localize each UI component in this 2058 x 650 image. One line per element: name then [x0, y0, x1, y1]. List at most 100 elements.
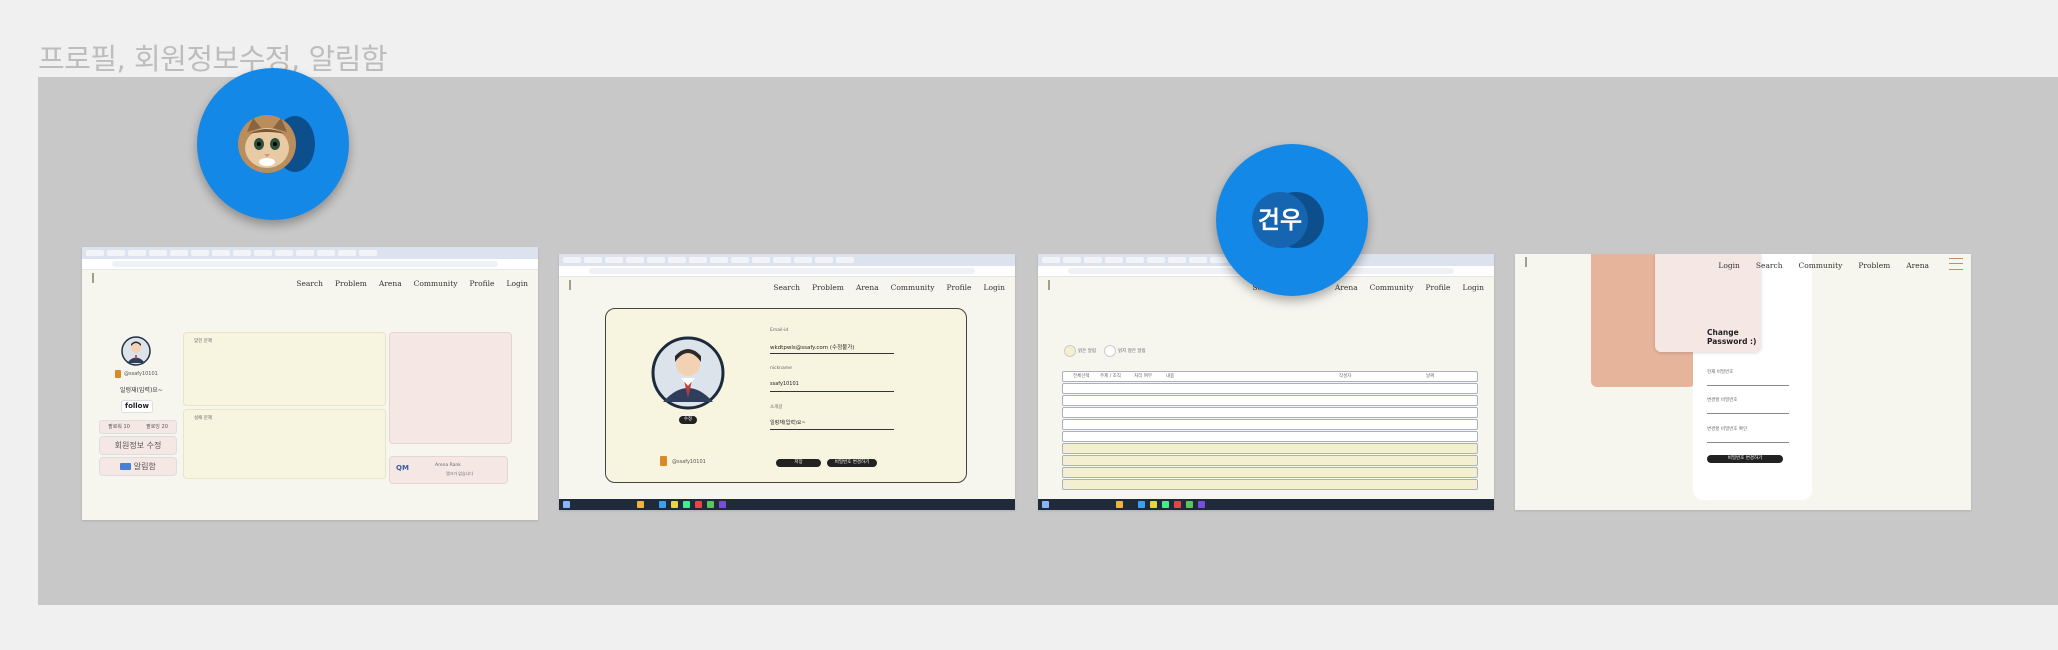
nav-community[interactable]: Community [414, 279, 458, 288]
browser-tab[interactable] [86, 250, 104, 256]
taskbar-app-icon[interactable] [1138, 501, 1145, 508]
unread-filter-radio[interactable] [1104, 345, 1116, 357]
edit-profile-button[interactable]: 회원정보 수정 [99, 436, 177, 455]
nav-login[interactable]: Login [983, 283, 1005, 292]
bio-label: 소개글 [770, 405, 783, 410]
notification-row[interactable] [1062, 443, 1478, 454]
taskbar-app-icon[interactable] [1186, 501, 1193, 508]
taskbar-app-icon[interactable] [695, 501, 702, 508]
follower-stat[interactable]: 팔로워 10 [108, 421, 130, 433]
nav-search[interactable]: Search [1756, 261, 1783, 270]
nav-community[interactable]: Community [1370, 283, 1414, 292]
cat-avatar-circle[interactable] [197, 68, 349, 220]
notification-row[interactable] [1062, 395, 1478, 406]
arena-rank-panel[interactable]: QM Arena Rank 랭크가 없습니다 [389, 456, 508, 484]
column-header[interactable]: 전체선택 [1073, 373, 1090, 379]
save-button[interactable]: 저장 [776, 459, 821, 467]
browser-tab[interactable] [359, 250, 377, 256]
change-password-screenshot: Login Search Community Problem Arena Cha… [1515, 254, 1971, 510]
nav-problem[interactable]: Problem [812, 283, 844, 292]
new-password-input[interactable] [1707, 413, 1789, 414]
browser-tab[interactable] [317, 250, 335, 256]
submit-password-button[interactable]: 비밀번호 변경하기 [1707, 455, 1783, 463]
nav-arena[interactable]: Arena [379, 279, 402, 288]
browser-tab[interactable] [149, 250, 167, 256]
user-avatar-icon [121, 336, 151, 366]
follow-button[interactable]: follow [121, 400, 153, 413]
avatar-initials: 건우 [1257, 206, 1303, 234]
notifications-label: 알림함 [133, 462, 156, 471]
following-stat[interactable]: 팔로잉 20 [146, 421, 168, 433]
taskbar-app-icon[interactable] [1198, 501, 1205, 508]
taskbar-app-icon[interactable] [1150, 501, 1157, 508]
new-password-label: 변경할 비밀번호 [1707, 398, 1738, 403]
taskbar-app-icon[interactable] [659, 501, 666, 508]
read-filter-radio[interactable] [1064, 345, 1076, 357]
browser-tab[interactable] [191, 250, 209, 256]
browser-tab[interactable] [254, 250, 272, 256]
address-bar[interactable] [559, 266, 1015, 277]
taskbar-app-icon[interactable] [707, 501, 714, 508]
arena-rank-label: Arena Rank [435, 463, 461, 468]
bio-input[interactable]: 일렁재(입력)요~ [770, 419, 806, 426]
nav-arena[interactable]: Arena [1906, 261, 1929, 270]
confirm-password-input[interactable] [1707, 442, 1789, 443]
design-canvas: Search Problem Arena Community Profile L… [38, 68, 2058, 605]
notifications-button[interactable]: 알림함 [99, 457, 177, 476]
nav-search[interactable]: Search [296, 279, 323, 288]
nickname-input[interactable]: ssafy10101 [770, 381, 799, 387]
nav-profile[interactable]: Profile [946, 283, 971, 292]
taskbar-app-icon[interactable] [1174, 501, 1181, 508]
notification-row[interactable] [1062, 407, 1478, 418]
windows-start-icon[interactable] [1042, 501, 1049, 508]
browser-tab[interactable] [296, 250, 314, 256]
taskbar-app-icon[interactable] [637, 501, 644, 508]
notification-row[interactable] [1062, 419, 1478, 430]
taskbar-app-icon[interactable] [671, 501, 678, 508]
browser-tab[interactable] [212, 250, 230, 256]
nav-arena[interactable]: Arena [856, 283, 879, 292]
nav-login[interactable]: Login [1462, 283, 1484, 292]
nav-login[interactable]: Login [506, 279, 528, 288]
address-bar[interactable] [82, 259, 538, 270]
nav-problem[interactable]: Problem [335, 279, 367, 288]
nav-search[interactable]: Search [773, 283, 800, 292]
stats-panel [389, 332, 512, 444]
windows-start-icon[interactable] [563, 501, 570, 508]
geonwoo-avatar-circle[interactable]: 건우 [1216, 144, 1368, 296]
notification-row[interactable] [1062, 431, 1478, 442]
nav-profile[interactable]: Profile [469, 279, 494, 288]
browser-tab[interactable] [170, 250, 188, 256]
notification-row[interactable] [1062, 455, 1478, 466]
browser-tab[interactable] [107, 250, 125, 256]
notifications-table-header: 전체선택 주제 / 조직 처리 여부 내용 작성자 날짜 [1062, 371, 1478, 382]
nav-login[interactable]: Login [1718, 261, 1740, 270]
browser-tab[interactable] [338, 250, 356, 256]
notification-row[interactable] [1062, 383, 1478, 394]
taskbar-app-icon[interactable] [719, 501, 726, 508]
change-password-button[interactable]: 비밀번호 변경하기 [827, 459, 877, 467]
notification-row[interactable] [1062, 479, 1478, 490]
browser-tab[interactable] [233, 250, 251, 256]
browser-tab[interactable] [275, 250, 293, 256]
hamburger-menu-icon[interactable] [1949, 258, 1963, 270]
site-logo[interactable] [1525, 257, 1533, 267]
notification-row[interactable] [1062, 467, 1478, 478]
browser-tab[interactable] [128, 250, 146, 256]
nav-community[interactable]: Community [1799, 261, 1843, 270]
nav-community[interactable]: Community [891, 283, 935, 292]
site-logo[interactable] [569, 280, 577, 290]
failed-problems-label: 실패 문제 [194, 416, 212, 421]
site-logo[interactable] [1048, 280, 1056, 290]
change-photo-button[interactable]: 수정 [679, 416, 697, 424]
profile-page-screenshot: Search Problem Arena Community Profile L… [82, 247, 538, 520]
taskbar-app-icon[interactable] [1116, 501, 1123, 508]
nav-arena[interactable]: Arena [1335, 283, 1358, 292]
top-nav: Search Problem Arena Community Profile L… [773, 283, 1005, 292]
current-password-input[interactable] [1707, 385, 1789, 386]
taskbar-app-icon[interactable] [1162, 501, 1169, 508]
site-logo[interactable] [92, 273, 100, 283]
nav-profile[interactable]: Profile [1425, 283, 1450, 292]
nav-problem[interactable]: Problem [1858, 261, 1890, 270]
taskbar-app-icon[interactable] [683, 501, 690, 508]
